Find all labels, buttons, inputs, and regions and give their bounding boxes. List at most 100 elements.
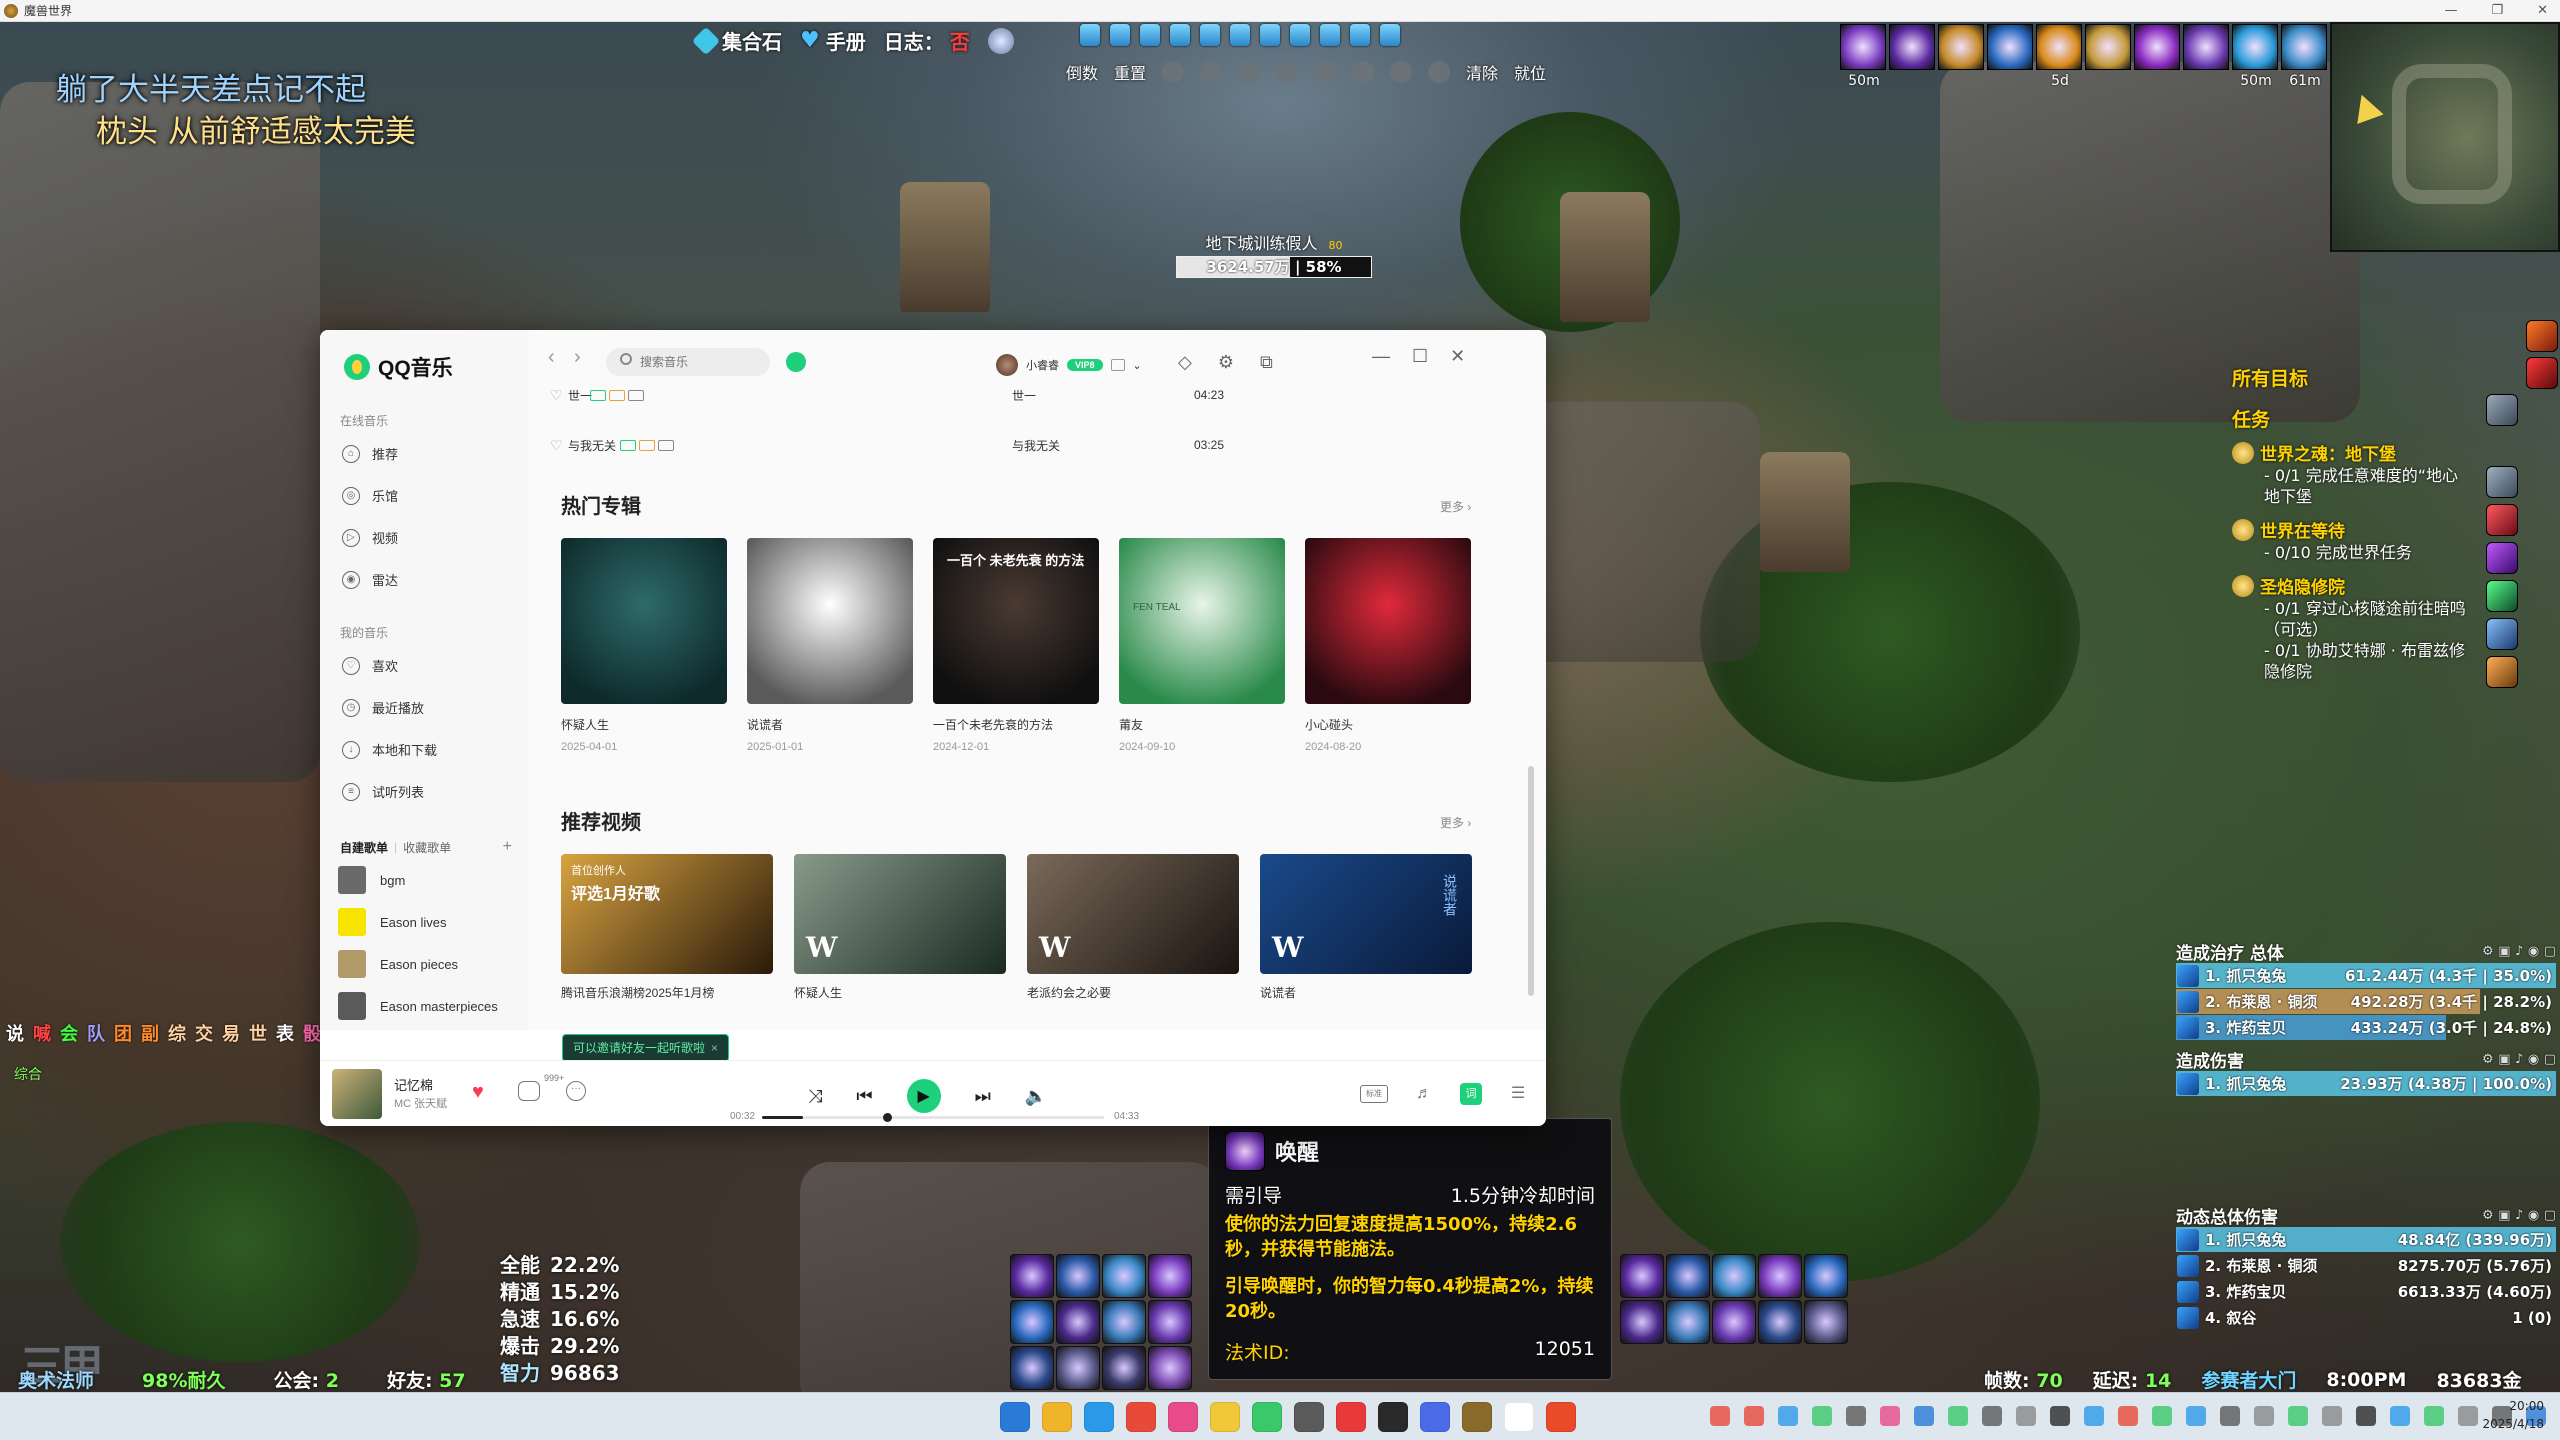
progress-bar[interactable] xyxy=(762,1113,1104,1122)
marker-icon[interactable] xyxy=(1350,24,1370,46)
restore-button[interactable]: ❐ xyxy=(2491,0,2503,22)
back-arrow-icon[interactable]: ‹ xyxy=(548,346,555,369)
meter-row[interactable]: 3. 炸药宝贝 6613.33万 (4.60万) xyxy=(2176,1279,2556,1304)
chat-channel-button[interactable]: 综 xyxy=(168,1020,186,1046)
volume-icon[interactable]: 🔈 xyxy=(1025,1086,1047,1107)
tray-icon[interactable] xyxy=(1948,1406,1968,1426)
app-icon[interactable] xyxy=(1378,1402,1408,1432)
collect-stone-button[interactable]: 集合石 xyxy=(691,26,782,55)
ready-check-button[interactable]: 就位 xyxy=(1514,60,1546,84)
video-cover[interactable]: W 说谎者 xyxy=(1260,854,1472,974)
buff-icon[interactable] xyxy=(2085,24,2131,70)
nav-item-3[interactable]: ◉ 雷达 xyxy=(342,570,398,589)
settings-icon[interactable]: ⚙ xyxy=(1218,352,1234,373)
tray-icon[interactable] xyxy=(1846,1406,1866,1426)
buff-icon[interactable] xyxy=(2134,24,2180,70)
album-title[interactable]: 一百个未老先衰的方法 xyxy=(933,716,1099,733)
album-title[interactable]: 小心碰头 xyxy=(1305,716,1471,733)
action-slot[interactable] xyxy=(1666,1254,1710,1298)
skull-marker-icon[interactable] xyxy=(1428,61,1451,83)
progress-knob[interactable] xyxy=(883,1113,893,1122)
album-card[interactable]: 一百个 未老先衰 的方法 一百个未老先衰的方法 2024-12-01 xyxy=(933,538,1099,753)
tray-icon[interactable] xyxy=(1982,1406,2002,1426)
album-cover[interactable] xyxy=(747,538,913,704)
now-playing-title[interactable]: 记忆棉 xyxy=(394,1075,433,1094)
nav-item-2[interactable]: ↓ 本地和下载 xyxy=(342,740,437,759)
quest-entry[interactable]: 世界在等待 - 0/10 完成世界任务 xyxy=(2232,517,2522,563)
video-card[interactable]: 首位创作人 评选1月好歌 腾讯音乐浪潮榜2025年1月榜 xyxy=(561,854,773,1001)
video-title[interactable]: 老派约会之必要 xyxy=(1027,984,1239,1001)
album-title[interactable]: 怀疑人生 xyxy=(561,716,727,733)
item-icon[interactable] xyxy=(2526,357,2558,389)
quest-item-icon[interactable] xyxy=(2486,580,2518,612)
mv-tag-icon[interactable] xyxy=(658,439,674,451)
quests-header[interactable]: 任务 xyxy=(2232,405,2522,432)
buff-icon[interactable]: 61m xyxy=(2281,24,2327,89)
meter-row[interactable]: 1. 抓只兔兔 61.2.44万 (4.3千 | 35.0%) xyxy=(2176,963,2556,988)
quest-item-icon[interactable] xyxy=(2486,394,2518,426)
qq-close-button[interactable]: ✕ xyxy=(1450,346,1465,367)
chrome-icon[interactable] xyxy=(1126,1402,1156,1432)
tray-icon[interactable] xyxy=(2424,1406,2444,1426)
mv-tag-icon[interactable] xyxy=(628,389,644,401)
chat-channel-button[interactable]: 副 xyxy=(141,1020,159,1046)
album-title[interactable]: 说谎者 xyxy=(747,716,913,733)
action-slot[interactable] xyxy=(1804,1254,1848,1298)
action-slot[interactable] xyxy=(1804,1300,1848,1344)
diamond-marker-icon[interactable] xyxy=(1238,61,1261,83)
minimap[interactable] xyxy=(2330,22,2560,252)
skin-icon[interactable]: ◇ xyxy=(1178,352,1192,373)
now-playing-artist[interactable]: MC 张天赋 xyxy=(394,1095,447,1111)
album-card[interactable]: 怀疑人生 2025-04-01 xyxy=(561,538,727,753)
handbook-button[interactable]: ♥ 手册 xyxy=(800,26,866,55)
sound-effect-icon[interactable]: ♬ xyxy=(1414,1084,1434,1104)
lyric-button[interactable]: 词 xyxy=(1460,1083,1482,1105)
meter-tool-icons[interactable]: ⚙ ▣ ♪ ◉ ▢ xyxy=(2482,1052,2556,1067)
buff-icon[interactable]: 5d xyxy=(2036,24,2082,89)
action-slot[interactable] xyxy=(1620,1254,1664,1298)
video-card[interactable]: W 怀疑人生 xyxy=(794,854,1006,1001)
app-icon[interactable] xyxy=(1336,1402,1366,1432)
marker-icon[interactable] xyxy=(1260,24,1280,46)
invite-tooltip[interactable]: 可以邀请好友一起听歌啦 × xyxy=(562,1034,730,1062)
file-explorer-icon[interactable] xyxy=(1042,1402,1072,1432)
taskbar-clock[interactable]: 20:00 2025/4/18 xyxy=(2482,1397,2544,1433)
close-button[interactable]: ✕ xyxy=(2537,0,2548,22)
now-playing-cover[interactable] xyxy=(332,1069,382,1119)
quest-item-icon[interactable] xyxy=(2486,504,2518,536)
video-cover[interactable]: 首位创作人 评选1月好歌 xyxy=(561,854,773,974)
meter-row[interactable]: 3. 炸药宝贝 433.24万 (3.0千 | 24.8%) xyxy=(2176,1015,2556,1040)
wechat-icon[interactable] xyxy=(1252,1402,1282,1432)
action-slot[interactable] xyxy=(1712,1300,1756,1344)
shuffle-icon[interactable]: ⤨ xyxy=(808,1086,822,1107)
tray-icon[interactable] xyxy=(1914,1406,1934,1426)
chat-channel-button[interactable]: 队 xyxy=(87,1020,105,1046)
avatar[interactable] xyxy=(996,354,1018,376)
buff-icon[interactable]: 50m xyxy=(1840,24,1886,89)
marker-icon[interactable] xyxy=(1140,24,1160,46)
cross-marker-icon[interactable] xyxy=(1390,61,1413,83)
song-row[interactable]: ♡ 与我无关 与我无关 03:25 xyxy=(528,430,1488,460)
scrollbar[interactable] xyxy=(1528,766,1534,996)
quest-item-icon[interactable] xyxy=(2486,466,2518,498)
tray-icon[interactable] xyxy=(1812,1406,1832,1426)
quest-entry[interactable]: 世界之魂：地下堡 - 0/1 完成任意难度的“地心 地下堡 xyxy=(2232,440,2522,507)
quality-button[interactable]: 标准 xyxy=(1360,1085,1388,1103)
tray-icon[interactable] xyxy=(2322,1406,2342,1426)
buff-icon[interactable] xyxy=(1938,24,1984,70)
reset-button[interactable]: 重置 xyxy=(1114,60,1146,84)
album-card[interactable]: 小心碰头 2024-08-20 xyxy=(1305,538,1471,753)
chat-channel-button[interactable]: 表 xyxy=(276,1020,294,1046)
minimize-button[interactable]: — xyxy=(2444,0,2457,22)
friends-count[interactable]: 好友: 57 xyxy=(387,1366,466,1393)
gold-amount[interactable]: 83683金 xyxy=(2436,1366,2521,1393)
app-icon[interactable] xyxy=(1420,1402,1450,1432)
tray-icon[interactable] xyxy=(2084,1406,2104,1426)
tab-created-playlists[interactable]: 自建歌单 xyxy=(340,839,388,856)
nav-item-2[interactable]: ▷ 视频 xyxy=(342,528,398,547)
vip-badge[interactable]: VIP8 xyxy=(1067,359,1103,371)
nav-item-0[interactable]: ⌂ 推荐 xyxy=(342,444,398,463)
marker-icon[interactable] xyxy=(1230,24,1250,46)
damage-meter[interactable]: 造成伤害 ⚙ ▣ ♪ ◉ ▢ 1. 抓只兔兔 23.93万 (4.38万 | 10… xyxy=(2176,1048,2556,1096)
add-playlist-button[interactable]: + xyxy=(503,838,512,856)
